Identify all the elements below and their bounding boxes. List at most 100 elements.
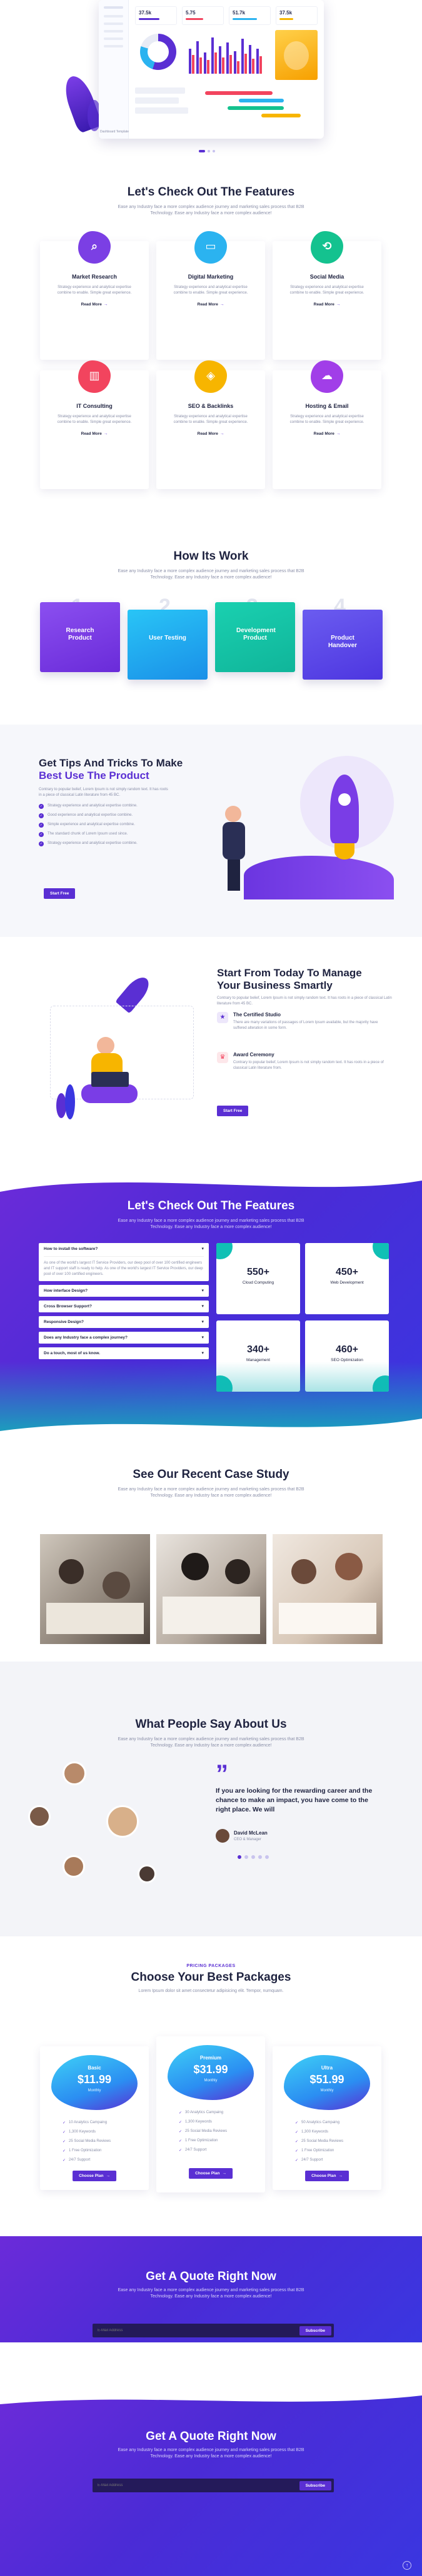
feature-card[interactable]: ☁ Hosting & Email Strategy experience and … xyxy=(273,360,381,489)
check-icon: ✓ xyxy=(179,2139,183,2143)
feature-card-link[interactable]: Read More → xyxy=(273,302,381,307)
faq-item[interactable]: How interface Design? ▾ xyxy=(39,1285,209,1297)
plan-feature-text: 1,300 Keywords xyxy=(301,2130,329,2134)
feature-card-title: IT Consulting xyxy=(76,403,113,409)
tips-start-button[interactable]: Start Free xyxy=(44,888,76,899)
quote2-email-input[interactable] xyxy=(98,2484,223,2487)
avatar[interactable] xyxy=(63,1761,86,1785)
choose-plan-label: Choose Plan xyxy=(79,2174,104,2178)
book-caption: Dashboard Template xyxy=(100,130,129,134)
avatar[interactable] xyxy=(63,1855,85,1878)
feature-card-link[interactable]: Read More → xyxy=(273,432,381,436)
choose-plan-button[interactable]: Choose Plan → xyxy=(73,2171,116,2181)
plan-feature-text: 30 Analytics Campaing xyxy=(185,2111,224,2114)
plan-period: Monthly xyxy=(320,2089,334,2093)
pricing-kicker: PRICING PACKAGES xyxy=(186,1964,236,1968)
how-step[interactable]: 1Research Product xyxy=(40,595,123,681)
feature-card[interactable]: ▭ Digital Marketing Strategy experience an… xyxy=(156,231,265,360)
read-more-label: Read More xyxy=(81,302,102,307)
faq-question: Responsive Design? xyxy=(44,1320,84,1324)
bar-chart xyxy=(189,37,262,74)
case-photo-3[interactable] xyxy=(273,1534,383,1644)
feature-icon-bg: ⟲ xyxy=(311,231,343,264)
plan-feature-text: 50 Analytics Campaing xyxy=(301,2121,340,2124)
plan-feature: ✓ 10 Analytics Campaing xyxy=(63,2120,111,2126)
step-label: Research Product xyxy=(66,627,94,642)
feature-card-link[interactable]: Read More → xyxy=(40,302,149,307)
quote1-email-input[interactable] xyxy=(98,2329,223,2332)
read-more-label: Read More xyxy=(81,432,102,436)
feature-card-desc: Strategy experience and analytical exper… xyxy=(57,285,132,295)
slider-dots[interactable] xyxy=(199,150,215,152)
yellow-card xyxy=(275,30,318,80)
quote1-subscribe-button[interactable]: Subscribe xyxy=(299,2326,331,2336)
check-icon: ✓ xyxy=(63,2131,66,2134)
rocket-illustration xyxy=(223,750,394,918)
feature-card[interactable]: ⌕ Market Research Strategy experience and … xyxy=(40,231,149,360)
how-step[interactable]: 4 Product Handover xyxy=(303,595,385,681)
how-title: How Its Work xyxy=(173,550,249,563)
tips-title-2: Best Use The Product xyxy=(39,770,149,781)
feature-card-desc: Strategy experience and analytical exper… xyxy=(57,415,132,424)
tips-bullet-text: Strategy experience and analytical exper… xyxy=(48,841,138,845)
faq-item[interactable]: Responsive Design? ▾ xyxy=(39,1316,209,1328)
step-label: User Testing xyxy=(149,635,186,642)
avatar[interactable] xyxy=(106,1805,139,1838)
testimonial-dots[interactable] xyxy=(238,1855,269,1859)
choose-plan-button[interactable]: Choose Plan → xyxy=(189,2168,233,2179)
faq-item[interactable]: How to install the software? ▾ As one of t… xyxy=(39,1243,209,1281)
testimonials-subtitle: Ease any Industry face a more complex au… xyxy=(118,1737,304,1748)
faq-item[interactable]: Do a touch, most of us know. ▾ xyxy=(39,1347,209,1359)
manage-item: ★ The Certified Studio There are many vari… xyxy=(217,1012,392,1052)
tips-bullet: ✓ Strategy experience and analytical expe… xyxy=(39,841,189,846)
feature-card-link[interactable]: Read More → xyxy=(156,302,265,307)
pricing-header: Basic $11.99 Monthly xyxy=(51,2055,138,2110)
how-step[interactable]: 2 User Testing xyxy=(128,595,210,681)
feature-card[interactable]: ◈ SEO & Backlinks Strategy experience and … xyxy=(156,360,265,489)
feature-card-desc: Strategy experience and analytical exper… xyxy=(173,415,248,424)
donut-chart xyxy=(140,34,176,70)
feature-card-link[interactable]: Read More → xyxy=(40,432,149,436)
check-icon: ✓ xyxy=(295,2121,299,2125)
case-photo-2[interactable] xyxy=(156,1534,266,1644)
scroll-top-button[interactable]: ↑ xyxy=(403,2561,411,2570)
plan-feature-text: 10 Analytics Campaing xyxy=(69,2121,108,2124)
cases-title: See Our Recent Case Study xyxy=(133,1468,289,1481)
quote2-subscribe-button[interactable]: Subscribe xyxy=(299,2480,331,2490)
stat-corner-decor xyxy=(216,1243,233,1259)
arrow-right-icon: → xyxy=(106,2174,110,2178)
faq-subtitle: Ease any Industry face a more complex au… xyxy=(118,1219,304,1229)
check-icon: ✓ xyxy=(63,2140,66,2144)
faq-item[interactable]: Cross Browser Support? ▾ xyxy=(39,1300,209,1312)
how-step[interactable]: 3Development Product xyxy=(215,595,298,681)
pricing-title: Choose Your Best Packages xyxy=(131,1971,291,1984)
check-icon: ✓ xyxy=(39,831,44,837)
tips-title-1: Get Tips And Tricks To Make xyxy=(39,757,183,769)
faq-question: How to install the software? xyxy=(44,1247,98,1251)
feature-card-link[interactable]: Read More → xyxy=(156,432,265,436)
faq-item[interactable]: Does any Industry face a complex journey… xyxy=(39,1332,209,1344)
faq-question: Cross Browser Support? xyxy=(44,1304,92,1309)
plan-feature: ✓ 30 Analytics Campaing xyxy=(179,2110,227,2116)
pricing-card: Premium $31.99 Monthly ✓ 30 Analytics Campai… xyxy=(156,2036,265,2192)
avatar[interactable] xyxy=(28,1805,51,1828)
chevron-down-icon: ▾ xyxy=(201,1320,204,1324)
avatar-cluster xyxy=(25,1755,175,1905)
quote1-form: Subscribe xyxy=(93,2324,334,2337)
manage-start-button[interactable]: Start Free xyxy=(217,1106,249,1116)
feature-card[interactable]: ▥ IT Consulting Strategy experience and an… xyxy=(40,360,149,489)
feature-card[interactable]: ⟲ Social Media Strategy experience and ana… xyxy=(273,231,381,360)
feature-card-title: SEO & Backlinks xyxy=(188,403,234,409)
plan-feature-text: 24/7 Support xyxy=(301,2158,323,2162)
manage-text: Contrary to popular belief, Lorem Ipsum … xyxy=(217,996,392,1006)
plan-feature: ✓ 1 Free Optimization xyxy=(179,2138,227,2144)
choose-plan-button[interactable]: Choose Plan → xyxy=(305,2171,349,2181)
avatar[interactable] xyxy=(138,1865,156,1883)
feature-icon-bg: ▥ xyxy=(78,360,111,393)
case-photo-1[interactable] xyxy=(40,1534,150,1644)
step-card: Product Handover xyxy=(303,610,383,680)
pricing-section: PRICING PACKAGES Choose Your Best Packag… xyxy=(0,1936,422,2236)
manage-item-desc: There are many variations of passages of… xyxy=(233,1021,378,1030)
stat-box: 550+ Cloud Computing xyxy=(216,1243,300,1314)
stat-number: 340+ xyxy=(246,1344,270,1355)
